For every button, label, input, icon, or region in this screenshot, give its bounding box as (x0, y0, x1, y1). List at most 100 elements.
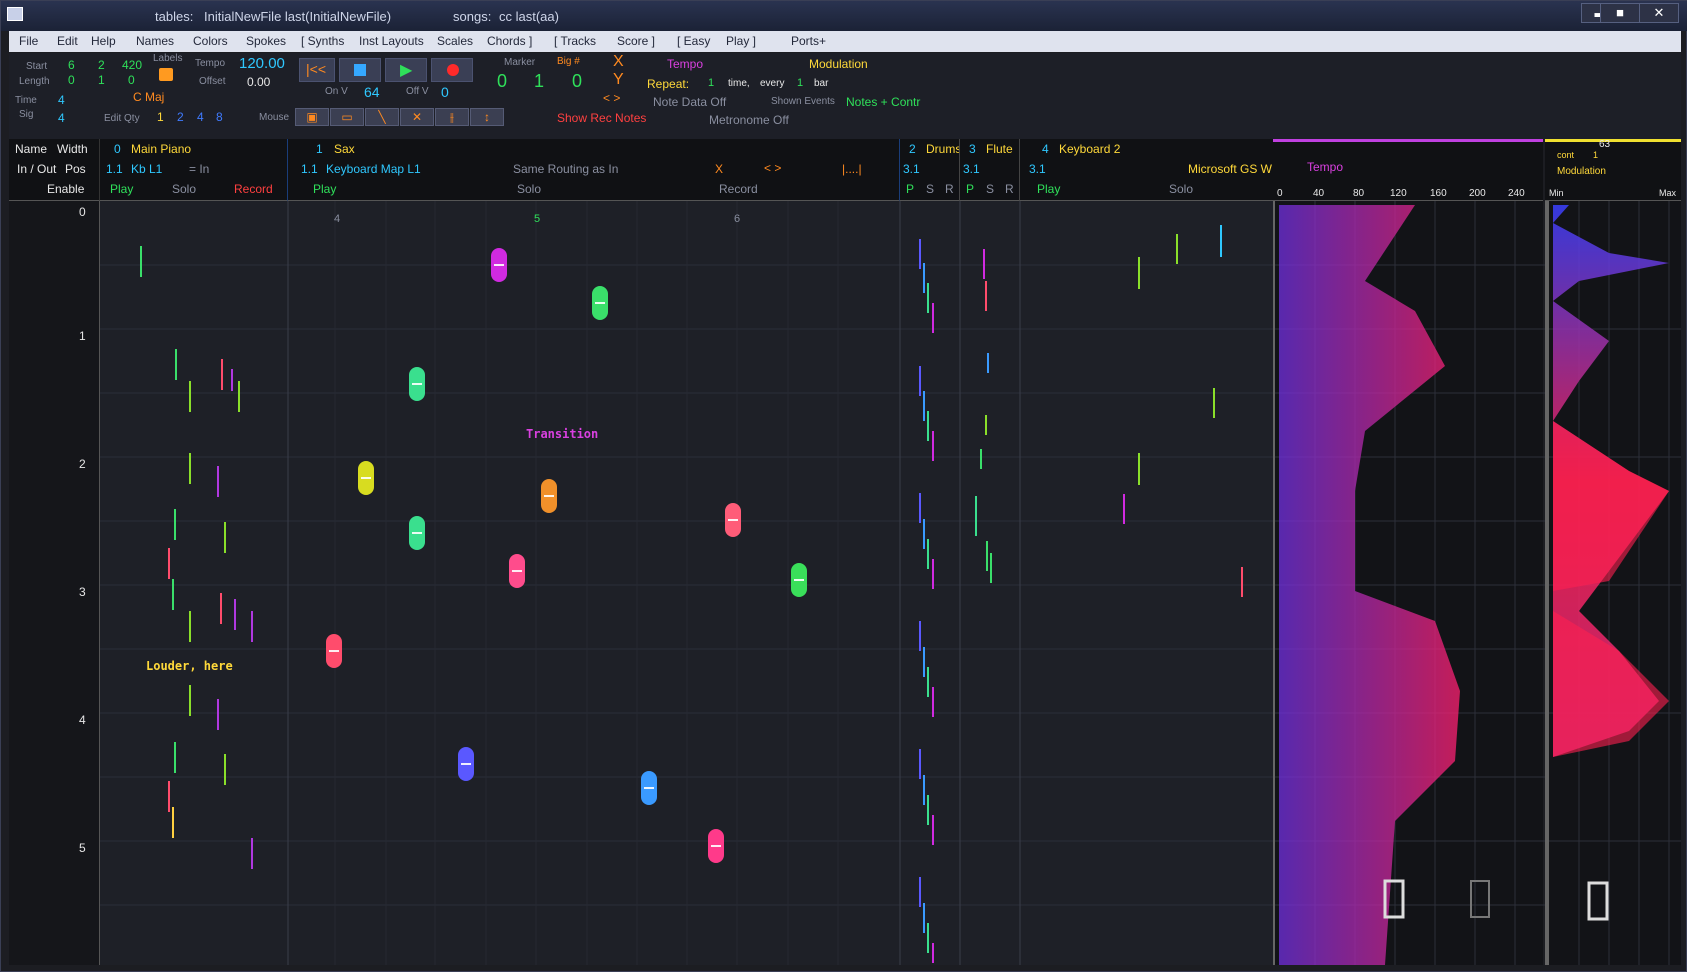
note-grid[interactable]: 4 5 6 Louder, here Transition (99, 201, 1274, 965)
note[interactable] (1138, 453, 1140, 485)
note[interactable] (932, 943, 934, 963)
track0-name[interactable]: Main Piano (131, 142, 191, 156)
note[interactable] (919, 621, 921, 651)
menu-names[interactable]: Names (136, 34, 174, 48)
tempo-value[interactable]: 120.00 (239, 55, 285, 72)
note[interactable] (251, 611, 253, 642)
track3-record[interactable]: R (1005, 182, 1014, 196)
track-header-3[interactable]: 3 Flute 3.1 P S R (959, 139, 1019, 201)
note[interactable] (224, 754, 226, 785)
track1-play[interactable]: Play (313, 182, 336, 196)
note[interactable] (923, 391, 925, 421)
note[interactable] (927, 795, 929, 825)
note[interactable] (221, 359, 223, 390)
repeat-value[interactable]: 1 (708, 77, 714, 89)
track2-play[interactable]: P (906, 182, 914, 196)
menu-scales[interactable]: Scales (437, 34, 473, 48)
note[interactable] (231, 369, 233, 391)
menu-tracks[interactable]: [ Tracks (554, 34, 596, 48)
note[interactable] (217, 699, 219, 730)
note[interactable] (220, 593, 222, 624)
track4-synth[interactable]: Microsoft GS W (1188, 162, 1272, 176)
track4-name[interactable]: Keyboard 2 (1059, 142, 1120, 156)
track0-map[interactable]: Kb L1 (131, 162, 162, 176)
track-header-4[interactable]: 4 Keyboard 2 3.1 Microsoft GS W Play Sol… (1019, 139, 1273, 201)
note[interactable] (919, 366, 921, 396)
note[interactable] (927, 411, 929, 441)
note[interactable] (923, 647, 925, 677)
note[interactable] (189, 685, 191, 716)
note[interactable] (1176, 234, 1178, 264)
track0-routing[interactable]: = In (189, 162, 209, 176)
note[interactable] (923, 519, 925, 549)
editqty-1[interactable]: 1 (157, 110, 164, 124)
track1-map[interactable]: Keyboard Map L1 (326, 162, 421, 176)
note[interactable] (927, 923, 929, 953)
note[interactable] (923, 263, 925, 293)
length-beat[interactable]: 1 (98, 73, 105, 87)
close-button[interactable]: ✕ (1639, 3, 1679, 23)
sig-value[interactable]: 4 (58, 111, 65, 125)
note[interactable] (1213, 388, 1215, 418)
track-header-0[interactable]: 0 Main Piano 1.1 Kb L1 = In Play Solo Re… (99, 139, 287, 201)
note[interactable] (458, 747, 474, 781)
note-data-toggle[interactable]: Note Data Off (653, 95, 726, 109)
note[interactable] (172, 579, 174, 610)
mouse-draw-icon[interactable]: ▭ (330, 108, 364, 126)
track2-name[interactable]: Drums (926, 142, 959, 156)
note[interactable] (175, 349, 177, 380)
rewind-button[interactable]: |<< (299, 58, 335, 82)
mouse-line-icon[interactable]: ╲ (365, 108, 399, 126)
track1-arrows[interactable]: < > (764, 161, 781, 175)
tempo-panel[interactable] (1273, 201, 1545, 965)
track1-solo[interactable]: Solo (517, 182, 541, 196)
track2-solo[interactable]: S (926, 182, 934, 196)
track-header-2[interactable]: 2 Drums 3.1 P S R (899, 139, 959, 201)
offset-value[interactable]: 0.00 (247, 75, 270, 89)
track3-pos[interactable]: 3.1 (963, 162, 980, 176)
note[interactable] (985, 415, 987, 435)
note[interactable] (174, 742, 176, 773)
marker-tick[interactable]: 0 (572, 71, 582, 92)
menu-edit[interactable]: Edit (57, 34, 78, 48)
menu-colors[interactable]: Colors (193, 34, 228, 48)
track1-record[interactable]: Record (719, 182, 758, 196)
note[interactable] (919, 877, 921, 907)
note[interactable] (172, 807, 174, 838)
start-beat[interactable]: 2 (98, 58, 105, 72)
modulation-panel[interactable] (1545, 201, 1681, 965)
note[interactable] (985, 281, 987, 311)
note[interactable] (923, 903, 925, 933)
track3-solo[interactable]: S (986, 182, 994, 196)
mouse-split-icon[interactable]: ⫲ (435, 108, 469, 126)
note[interactable] (641, 771, 657, 805)
note[interactable] (927, 539, 929, 569)
note[interactable] (927, 667, 929, 697)
note[interactable] (189, 381, 191, 412)
editqty-8[interactable]: 8 (216, 110, 223, 124)
track4-pos[interactable]: 3.1 (1029, 162, 1046, 176)
offv-value[interactable]: 0 (441, 84, 449, 100)
key-value[interactable]: C Maj (133, 90, 164, 104)
note[interactable] (923, 775, 925, 805)
menu-help[interactable]: Help (91, 34, 116, 48)
menu-score[interactable]: Score ] (617, 34, 655, 48)
note[interactable] (217, 466, 219, 497)
note[interactable] (168, 781, 170, 812)
length-bar[interactable]: 0 (68, 73, 75, 87)
editqty-4[interactable]: 4 (197, 110, 204, 124)
note[interactable] (174, 509, 176, 540)
note[interactable] (224, 522, 226, 553)
note[interactable] (932, 559, 934, 589)
menu-spokes[interactable]: Spokes (246, 34, 286, 48)
note[interactable] (541, 479, 557, 513)
note[interactable] (708, 829, 724, 863)
note[interactable] (140, 246, 142, 277)
note[interactable] (990, 553, 992, 583)
annotation-transition[interactable]: Transition (526, 427, 598, 441)
track3-play[interactable]: P (966, 182, 974, 196)
track1-dots[interactable]: |....| (842, 162, 862, 176)
note[interactable] (983, 249, 985, 279)
marker-bar[interactable]: 0 (497, 71, 507, 92)
note[interactable] (986, 541, 988, 571)
